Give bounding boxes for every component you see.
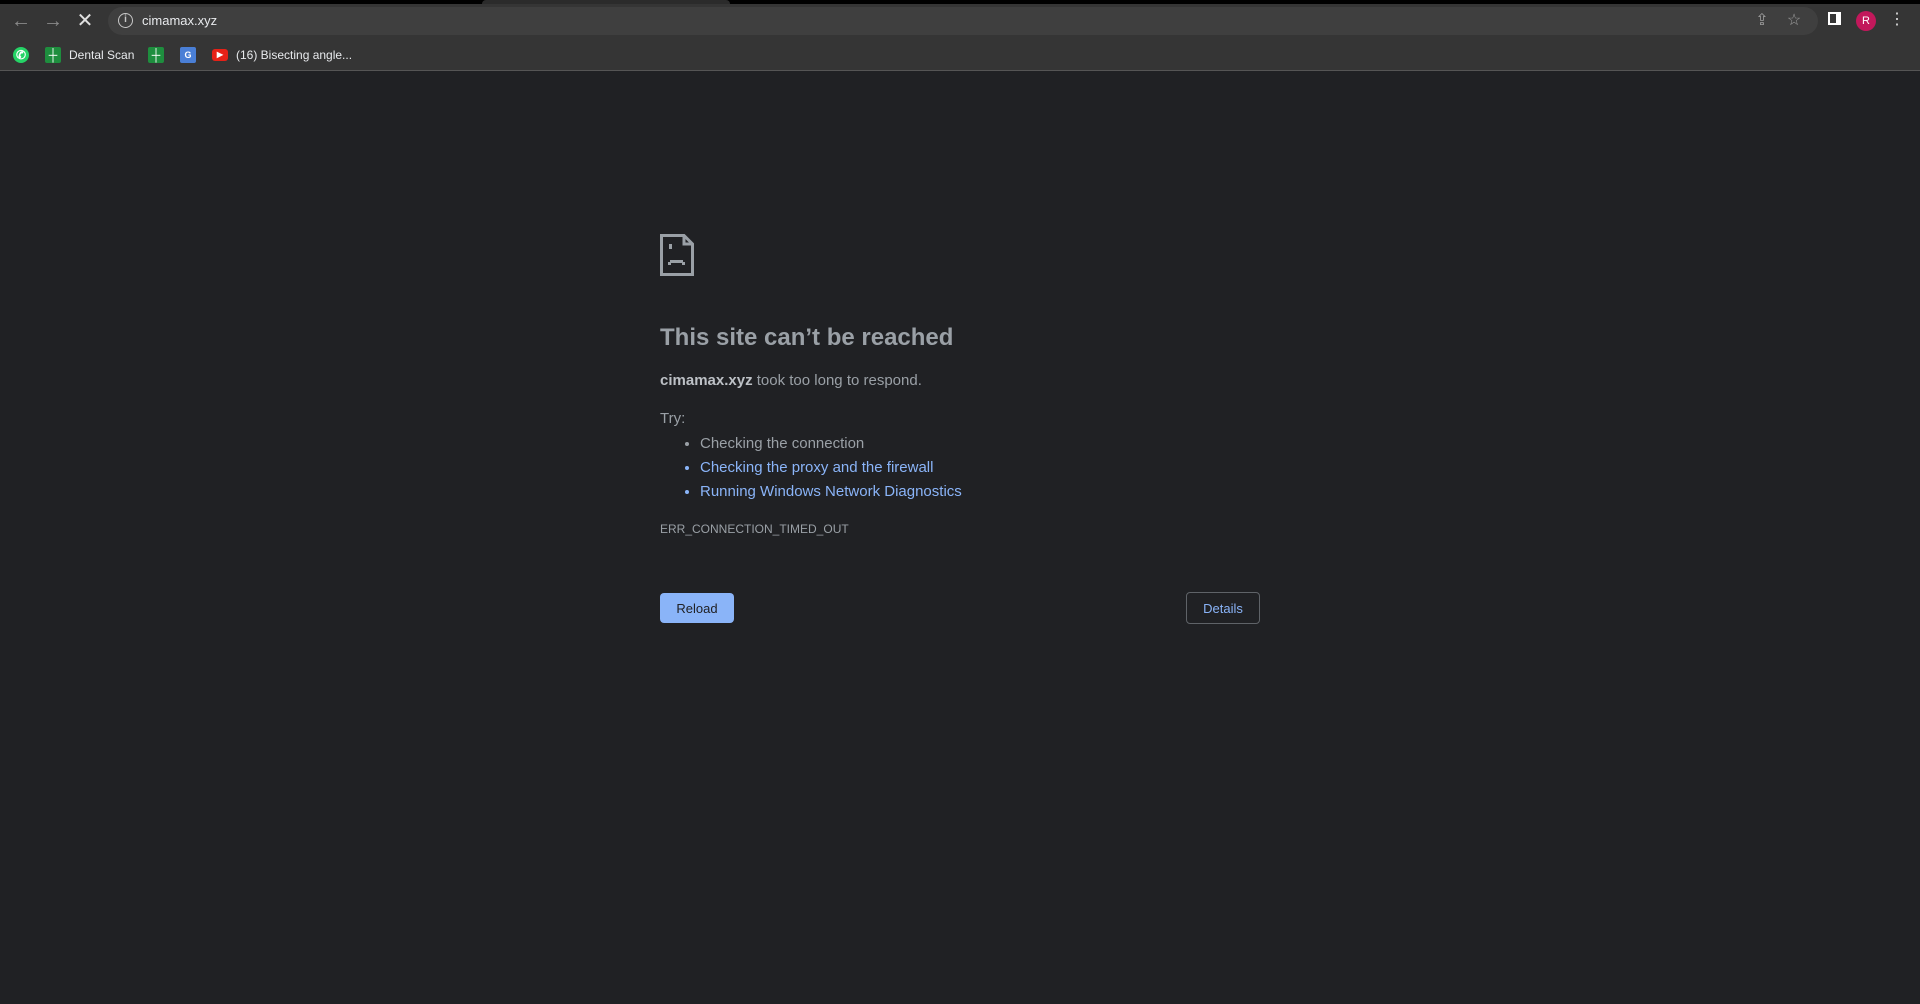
reload-button[interactable]: Reload	[660, 593, 734, 623]
google-sheets-icon: ┼	[45, 47, 61, 63]
google-sheets-icon: ┼	[148, 47, 164, 63]
forward-icon[interactable]: →	[41, 9, 65, 33]
error-description: cimamax.xyz took too long to respond.	[660, 372, 922, 389]
bookmark-star-icon[interactable]: ☆	[1783, 10, 1805, 32]
menu-kebab-icon[interactable]: ⋮	[1886, 9, 1908, 31]
bookmark-whatsapp[interactable]: ✆	[13, 45, 29, 65]
suggestion-item: Checking the connection	[700, 432, 962, 456]
details-button[interactable]: Details	[1186, 592, 1260, 624]
side-panel-icon[interactable]	[1823, 10, 1845, 32]
stop-loading-icon[interactable]: ✕	[73, 9, 97, 33]
youtube-icon: ▶	[212, 49, 228, 61]
suggestions-list: Checking the connection Checking the pro…	[700, 432, 962, 504]
suggestion-link-proxy[interactable]: Checking the proxy and the firewall	[700, 456, 962, 480]
error-title: This site can’t be reached	[660, 324, 954, 351]
back-icon[interactable]: ←	[9, 9, 33, 33]
error-code: ERR_CONNECTION_TIMED_OUT	[660, 522, 849, 536]
sad-page-icon	[660, 234, 694, 276]
bookmark-translate[interactable]: G	[180, 45, 196, 65]
address-bar[interactable]: i cimamax.xyz ⇪ ☆	[108, 7, 1818, 35]
bookmarks-bar: ✆ ┼ Dental Scan ┼ G ▶ (16) Bisecting angle…	[0, 38, 1920, 71]
share-icon[interactable]: ⇪	[1751, 10, 1773, 32]
whatsapp-icon: ✆	[13, 47, 29, 63]
bookmark-youtube[interactable]: ▶ (16) Bisecting angle...	[212, 45, 352, 65]
bookmark-dental-scan[interactable]: ┼ Dental Scan	[45, 45, 134, 65]
suggestion-link-diagnostics[interactable]: Running Windows Network Diagnostics	[700, 480, 962, 504]
site-info-icon[interactable]: i	[118, 13, 133, 28]
bookmark-sheets[interactable]: ┼	[148, 45, 164, 65]
profile-avatar[interactable]: R	[1856, 11, 1876, 31]
browser-toolbar: ← → ✕ i cimamax.xyz ⇪ ☆ R ⋮	[0, 4, 1920, 38]
url-text[interactable]: cimamax.xyz	[142, 13, 217, 28]
error-host: cimamax.xyz	[660, 372, 753, 389]
google-translate-icon: G	[180, 47, 196, 63]
try-label: Try:	[660, 410, 686, 427]
